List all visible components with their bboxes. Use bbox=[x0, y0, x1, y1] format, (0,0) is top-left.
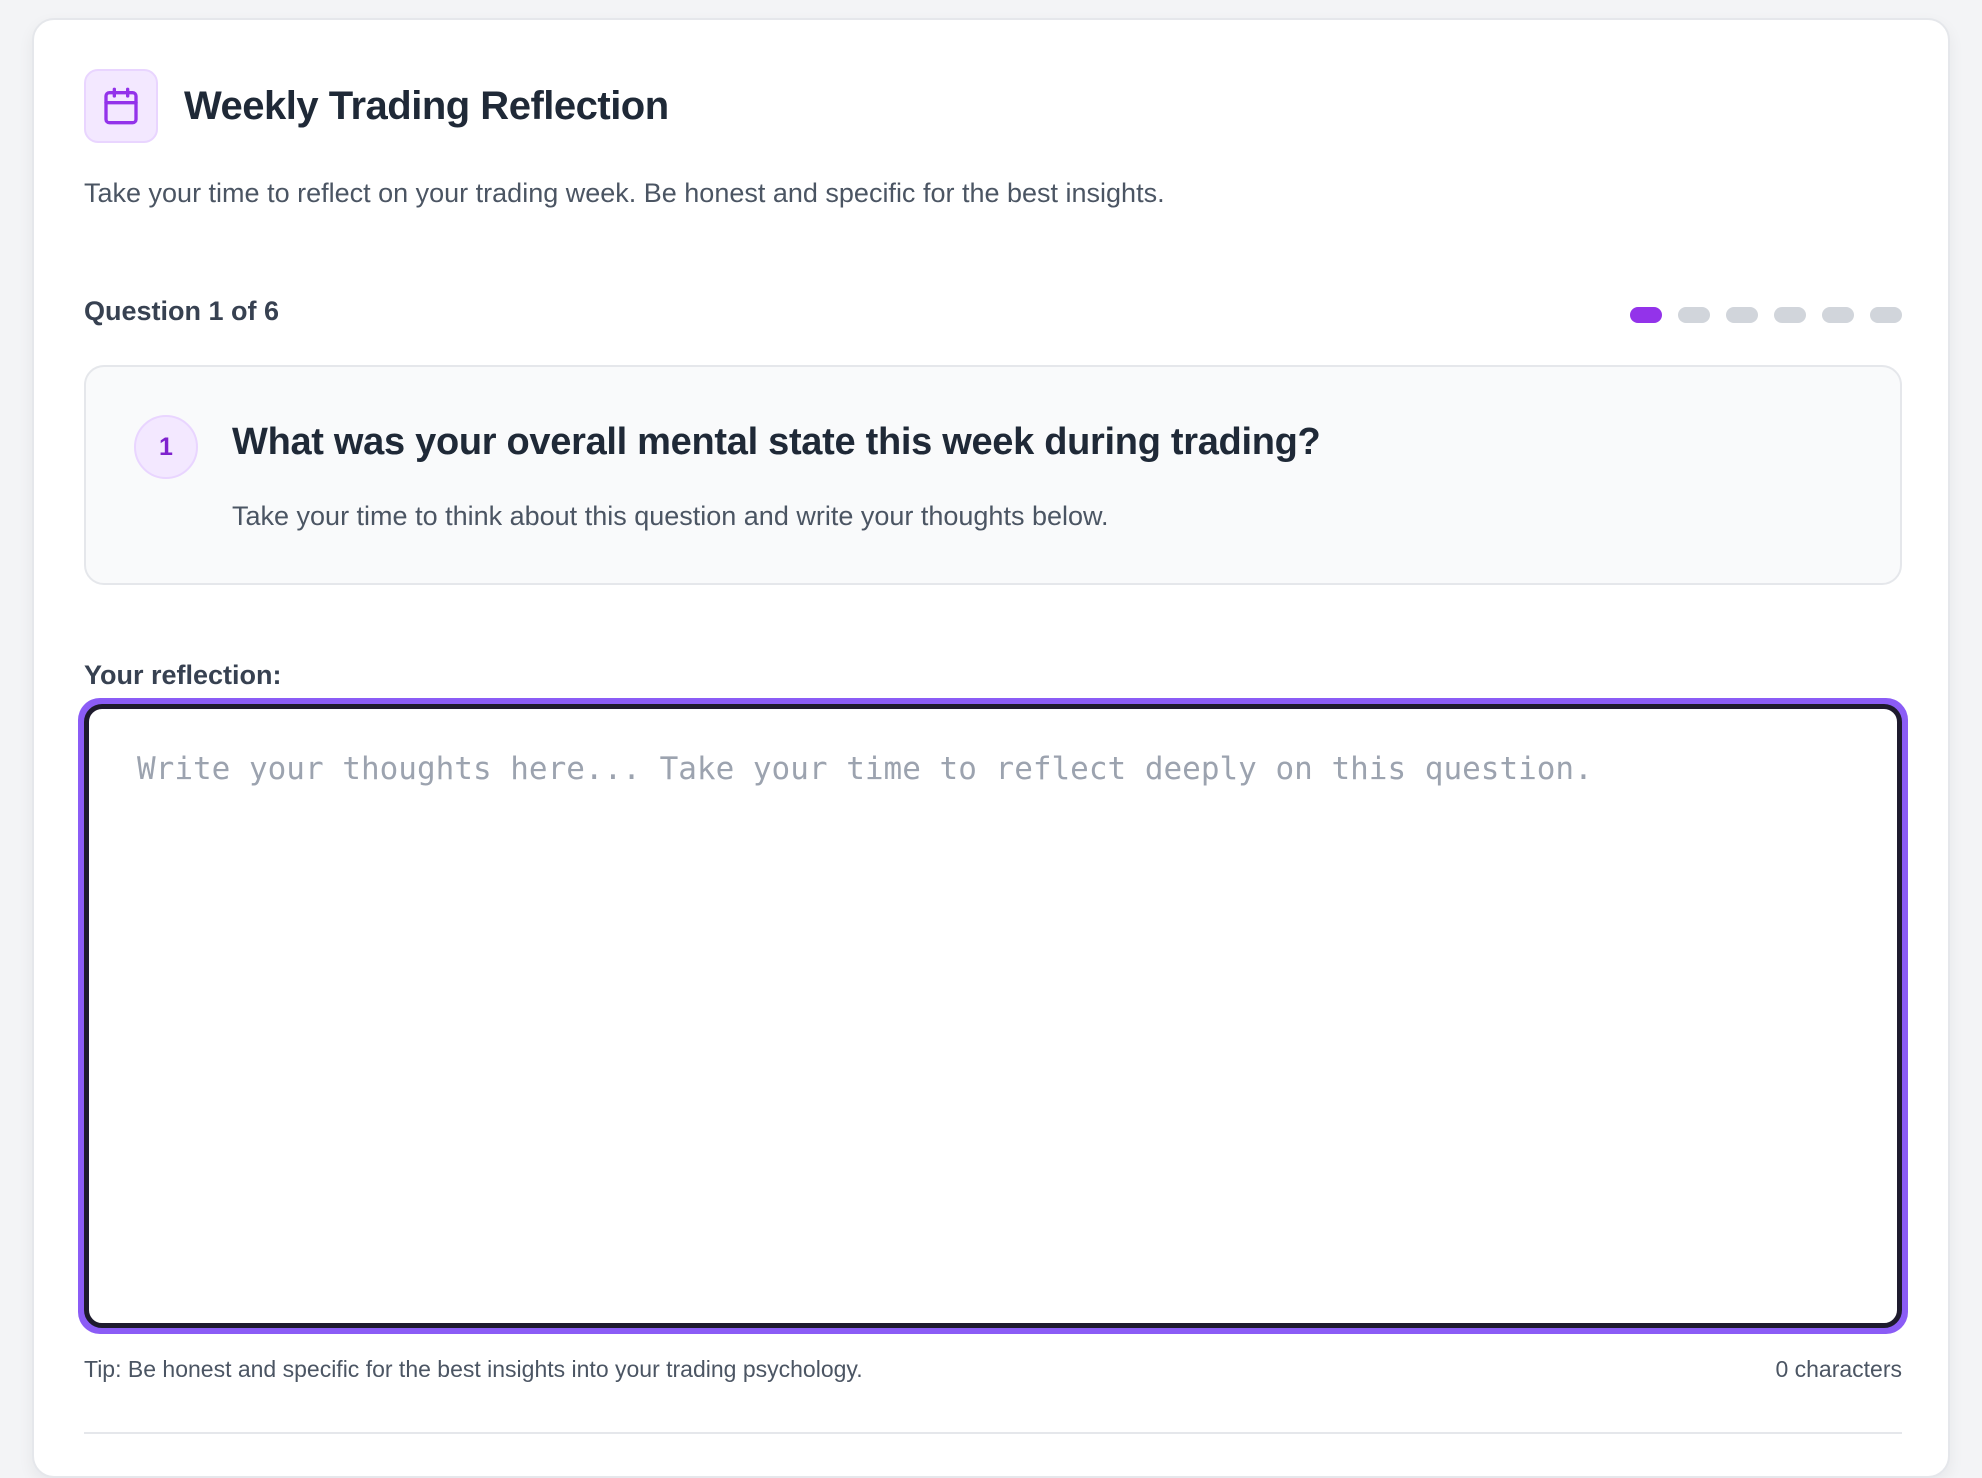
character-count: 0 characters bbox=[1775, 1356, 1902, 1382]
calendar-icon bbox=[84, 69, 158, 143]
reflection-tip: Tip: Be honest and specific for the best… bbox=[84, 1356, 863, 1382]
section-divider bbox=[84, 1432, 1902, 1434]
reflection-textarea[interactable] bbox=[89, 709, 1897, 1323]
page-title: Weekly Trading Reflection bbox=[184, 83, 669, 128]
reflection-input-frame bbox=[84, 704, 1902, 1328]
progress-dot-6 bbox=[1870, 307, 1902, 323]
progress-dot-4 bbox=[1774, 307, 1806, 323]
question-number-badge: 1 bbox=[134, 415, 198, 479]
progress-dot-2 bbox=[1678, 307, 1710, 323]
question-card: 1 What was your overall mental state thi… bbox=[84, 365, 1902, 585]
progress-dot-3 bbox=[1726, 307, 1758, 323]
question-help-text: Take your time to think about this quest… bbox=[232, 501, 1109, 531]
page-subtitle: Take your time to reflect on your tradin… bbox=[84, 178, 1165, 208]
reflection-label: Your reflection: bbox=[84, 660, 282, 690]
reflection-card: Weekly Trading Reflection Take your time… bbox=[32, 18, 1950, 1478]
card-header: Weekly Trading Reflection bbox=[84, 68, 669, 144]
question-text: What was your overall mental state this … bbox=[232, 421, 1321, 463]
progress-dot-1 bbox=[1630, 307, 1662, 323]
question-progress-label: Question 1 of 6 bbox=[84, 296, 280, 326]
reflection-focus-ring bbox=[78, 698, 1908, 1334]
progress-dots bbox=[1630, 307, 1902, 323]
progress-dot-5 bbox=[1822, 307, 1854, 323]
